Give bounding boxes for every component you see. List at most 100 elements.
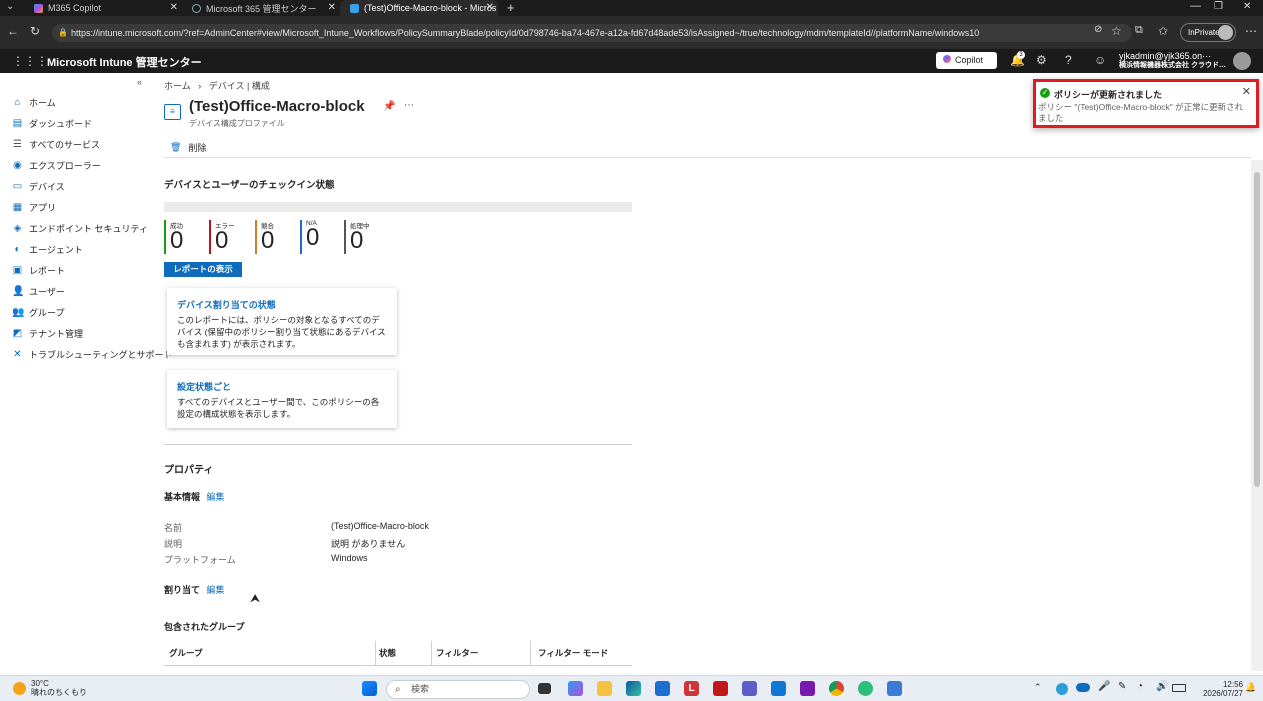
card-device-assignment-status[interactable]: デバイス割り当ての状態 このレポートには、ポリシーの対象となるすべてのデバイス … [167,288,397,355]
close-tab-icon[interactable]: ✕ [170,2,178,13]
view-report-button[interactable]: レポートの表示 [164,262,242,277]
col-header-status[interactable]: 状態 [379,647,396,665]
taskbar-search[interactable]: ⌕ 検索 [386,680,530,699]
col-header-group[interactable]: グループ [169,647,374,665]
card-per-setting-status[interactable]: 設定状態ごと すべてのデバイスとユーザー間で、このポリシーの各設定の構成状態を表… [167,370,397,428]
task-view-icon[interactable] [538,683,551,694]
more-options-icon[interactable]: ⋯ [404,100,414,111]
edge-browser-icon[interactable] [626,681,641,696]
mcafee-icon[interactable] [713,681,728,696]
favorites-icon[interactable]: ✩ [1158,24,1168,38]
breadcrumb-devices-config[interactable]: デバイス | 構成 [209,81,270,91]
tab-intune-policy[interactable]: (Test)Office-Macro-block - Micros ✕ [340,0,498,16]
col-header-filter[interactable]: フィルター [436,647,478,665]
sidebar-item-home[interactable]: ⌂ ホーム [12,93,55,111]
settings-gear-icon[interactable]: ⚙ [1036,53,1047,67]
edit-basics-link[interactable]: 編集 [207,492,225,502]
favorite-star-icon[interactable]: ☆ [1111,24,1122,38]
search-label: 検索 [411,684,430,694]
microphone-icon[interactable]: 🎤 [1098,681,1110,692]
sidebar-item-devices[interactable]: ▭ デバイス [12,177,65,195]
tracking-prevention-icon[interactable]: ⊘ [1094,24,1102,35]
help-icon[interactable]: ? [1065,53,1072,67]
close-window-icon[interactable]: ✕ [1243,1,1251,12]
back-icon[interactable]: ← [7,24,19,38]
sidebar-item-dashboard[interactable]: ▤ ダッシュボード [12,114,92,132]
included-groups-heading: 包含されたグループ [164,622,245,632]
onedrive-icon[interactable] [1076,683,1090,692]
windows-taskbar: 30°C 晴れのちくもり ⌕ 検索 L ⌃ 🎤 ✎ ◔ 🔊 12:56 2026… [0,675,1263,701]
close-tab-icon[interactable]: ✕ [328,2,336,13]
taskbar-clock[interactable]: 12:56 2026/07/27 [1198,680,1243,698]
search-icon: ⌕ [395,684,401,695]
restore-icon[interactable]: ❐ [1214,1,1223,12]
sidebar-item-endpoint-security[interactable]: ◈ エンドポイント セキュリティ [12,219,148,237]
sidebar-item-troubleshooting[interactable]: ✕ トラブルシューティングとサポート [12,345,172,363]
stat-value: 0 [261,227,275,254]
chrome-icon[interactable] [829,681,844,696]
inprivate-badge[interactable]: InPrivate [1180,23,1236,42]
sidebar-item-explorer[interactable]: ◉ エクスプローラー [12,156,101,174]
edge-dev-icon[interactable] [858,681,873,696]
refresh-icon[interactable]: ↻ [30,24,40,38]
properties-heading: プロパティ [164,465,214,476]
sidebar-item-groups[interactable]: 👥 グループ [12,303,64,321]
account-org: 横浜情報機器株式会社 クラウド… [1119,62,1226,69]
edit-assignments-link[interactable]: 編集 [207,585,225,595]
policy-icon: ≡ [164,104,181,120]
prop-description-value: 説明 がありません [331,539,406,549]
app-launcher-icon[interactable]: ⋮⋮⋮ [12,54,48,68]
pen-icon[interactable]: ✎ [1118,681,1126,692]
pin-icon[interactable]: 📌 [383,101,395,112]
new-tab-icon[interactable]: + [507,0,515,15]
sidebar-item-users[interactable]: 👤 ユーザー [12,282,65,300]
copilot-app-icon[interactable] [568,681,583,696]
snipping-tool-icon[interactable] [887,681,902,696]
extensions-icon[interactable]: ⧉ [1135,24,1143,37]
file-explorer-icon[interactable] [597,681,612,696]
tray-chevron-icon[interactable]: ⌃ [1034,682,1042,693]
sidebar-item-reports[interactable]: ▣ レポート [12,261,65,279]
tab-m365-copilot[interactable]: M365 Copilot ✕ [24,0,182,16]
store-icon[interactable] [655,681,670,696]
page-subtitle: デバイス構成プロファイル [189,119,285,128]
tab-actions-menu[interactable]: ⌄ [6,1,14,12]
tray-app-icon[interactable] [1056,683,1068,695]
notification-bell-icon[interactable]: 🔔 [1245,682,1256,693]
account-menu[interactable]: yjkadmin@yjk365.on··· 横浜情報機器株式会社 クラウド… [1119,51,1226,71]
notifications-icon[interactable]: 🔔 3 [1010,51,1025,67]
tab-label: M365 Copilot [48,3,102,13]
sidebar-item-agents[interactable]: ◐ エージェント [12,240,82,258]
url-field[interactable]: 🔒 https://intune.microsoft.com/?ref=Admi… [52,24,1132,42]
tab-m365-admin[interactable]: Microsoft 365 管理センター ✕ [182,0,340,16]
wifi-icon[interactable]: ◔ [1137,681,1143,692]
weather-widget[interactable]: 30°C 晴れのちくもり [13,679,87,697]
start-windows-icon[interactable] [362,681,377,696]
close-toast-icon[interactable]: ✕ [1242,85,1251,98]
copilot-button[interactable]: Copilot [936,52,997,69]
scrollbar-thumb[interactable] [1254,172,1260,487]
delete-button[interactable]: 🗑 削除 [170,141,206,154]
outlook-icon[interactable] [771,681,786,696]
battery-icon[interactable] [1172,684,1186,692]
delete-label: 削除 [188,143,207,153]
sidebar-item-apps[interactable]: ▦ アプリ [12,198,56,216]
teams-icon[interactable] [742,681,757,696]
breadcrumb-home[interactable]: ホーム [164,81,191,91]
more-menu-icon[interactable]: ⋯ [1245,24,1257,38]
portal-title[interactable]: Microsoft Intune 管理センター [47,54,202,70]
collapse-sidebar-icon[interactable]: « [137,77,142,87]
home-icon: ⌂ [14,96,21,108]
main-scrollbar[interactable] [1251,160,1263,671]
sidebar-item-all-services[interactable]: ☰ すべてのサービス [12,135,100,153]
account-avatar[interactable] [1233,52,1251,70]
col-header-filter-mode[interactable]: フィルター モード [538,647,608,665]
sidebar-item-tenant-admin[interactable]: ◩ テナント管理 [12,324,83,342]
close-tab-icon[interactable]: ✕ [486,2,494,13]
app-l-icon[interactable]: L [684,681,699,696]
site-info-icon[interactable]: 🔒 [58,24,68,42]
volume-icon[interactable]: 🔊 [1156,681,1168,692]
feedback-icon[interactable]: ☺ [1094,53,1106,67]
onenote-icon[interactable] [800,681,815,696]
minimize-icon[interactable]: — [1190,0,1201,12]
